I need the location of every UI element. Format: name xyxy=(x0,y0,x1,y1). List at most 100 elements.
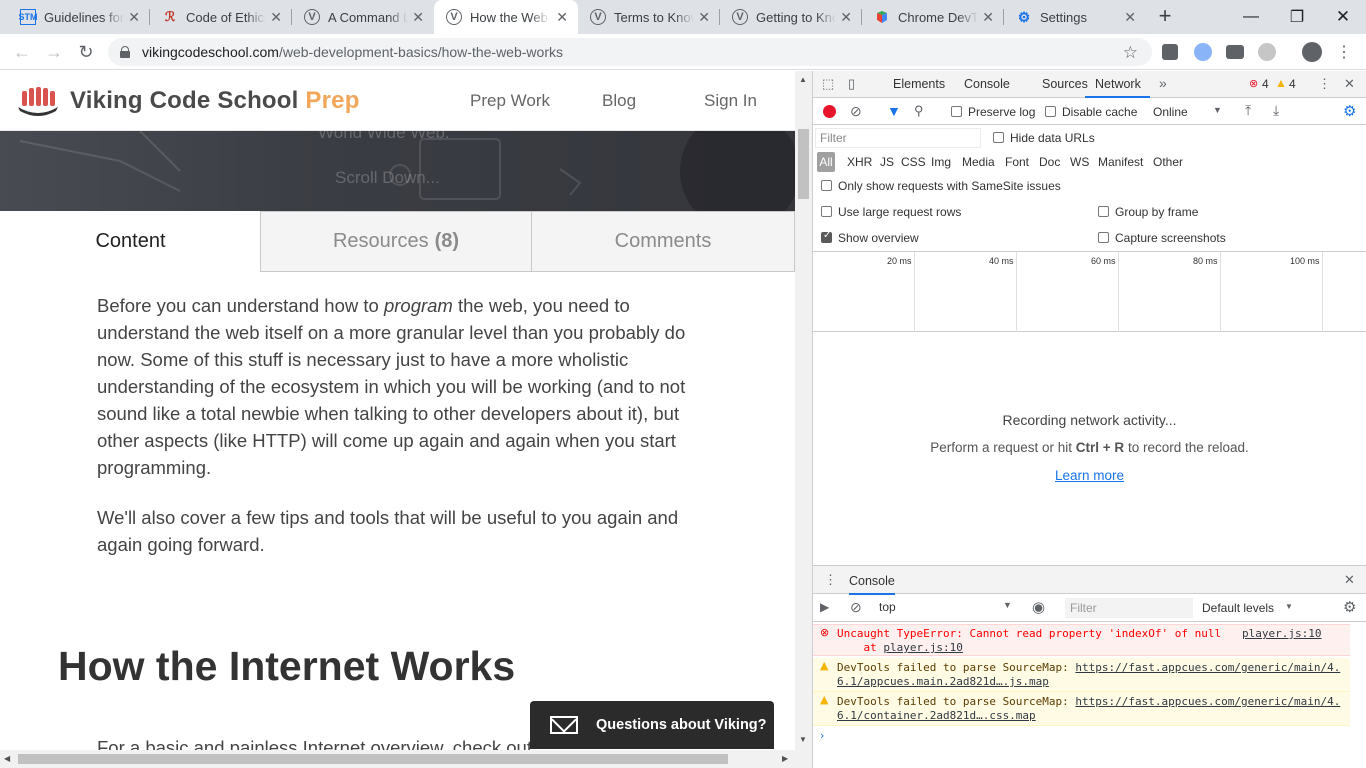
close-drawer-icon[interactable]: ✕ xyxy=(1344,572,1355,588)
menu-kebab-icon[interactable]: ⋮ xyxy=(1332,40,1356,64)
browser-tab[interactable]: ⚙ Settings ✕ xyxy=(1004,0,1146,34)
nav-link-prep-work[interactable]: Prep Work xyxy=(470,91,550,111)
filter-type-all[interactable]: All xyxy=(817,152,835,172)
device-toolbar-icon[interactable]: ▯ xyxy=(848,76,855,92)
chat-widget-button[interactable]: Questions about Viking? xyxy=(530,701,774,749)
scroll-thumb[interactable] xyxy=(18,754,728,764)
tab-resources[interactable]: Resources (8) xyxy=(260,211,532,272)
network-overview-timeline[interactable]: 20 ms 40 ms 60 ms 80 ms 100 ms xyxy=(813,251,1366,332)
extension-icon[interactable] xyxy=(1194,43,1212,61)
source-link[interactable]: player.js:10 xyxy=(1242,627,1321,641)
console-settings-icon[interactable]: ⚙ xyxy=(1343,598,1356,616)
browser-tab[interactable]: V Terms to Know ✕ xyxy=(578,0,720,34)
tab-content[interactable]: Content xyxy=(0,211,261,272)
filter-type-xhr[interactable]: XHR xyxy=(847,155,872,169)
browser-tab-active[interactable]: V How the Web Works ✕ xyxy=(434,0,578,34)
back-arrow-icon[interactable]: ← xyxy=(10,40,34,64)
close-devtools-icon[interactable]: ✕ xyxy=(1344,76,1355,92)
clear-icon[interactable]: ⊘ xyxy=(850,103,862,120)
reload-icon[interactable]: ↻ xyxy=(74,40,98,64)
browser-tab[interactable]: STM Guidelines for Social Media ✕ xyxy=(8,0,150,34)
capture-screenshots-checkbox[interactable] xyxy=(1098,232,1109,243)
cast-extension-icon[interactable] xyxy=(1226,45,1244,59)
page-vertical-scrollbar[interactable]: ▲ ▼ xyxy=(795,71,812,750)
warning-count[interactable]: 4 xyxy=(1289,77,1296,91)
close-icon[interactable]: ✕ xyxy=(698,9,710,26)
large-rows-checkbox[interactable] xyxy=(821,206,832,217)
filter-type-js[interactable]: JS xyxy=(880,155,894,169)
filter-type-media[interactable]: Media xyxy=(962,155,995,169)
tab-network[interactable]: Network xyxy=(1095,77,1141,91)
clear-console-icon[interactable]: ⊘ xyxy=(850,599,862,616)
close-icon[interactable]: ✕ xyxy=(128,9,140,26)
browser-tab[interactable]: Chrome DevTools ✕ xyxy=(862,0,1004,34)
brand-name[interactable]: Viking Code School Prep xyxy=(70,87,360,115)
filter-type-ws[interactable]: WS xyxy=(1070,155,1089,169)
tab-comments[interactable]: Comments xyxy=(531,211,795,272)
new-tab-button[interactable]: + xyxy=(1154,5,1176,28)
throttle-select[interactable]: Online xyxy=(1153,105,1188,119)
close-icon[interactable]: ✕ xyxy=(556,9,568,26)
eye-icon[interactable]: ◉ xyxy=(1032,598,1045,616)
nav-link-blog[interactable]: Blog xyxy=(602,91,636,111)
warning-triangle-icon[interactable]: ▲ xyxy=(1275,76,1287,90)
learn-more-link[interactable]: Learn more xyxy=(813,468,1366,483)
chevron-down-icon[interactable]: ▼ xyxy=(1213,105,1222,115)
stack-link[interactable]: player.js:10 xyxy=(883,641,962,654)
error-circle-icon[interactable]: ⊗ xyxy=(1249,77,1258,90)
record-button[interactable] xyxy=(823,105,836,118)
close-icon[interactable]: ✕ xyxy=(412,9,424,26)
sidebar-toggle-icon[interactable]: ▶ xyxy=(820,600,829,614)
disable-cache-checkbox[interactable] xyxy=(1045,106,1056,117)
more-tabs-chevron-icon[interactable]: » xyxy=(1159,75,1167,91)
samesite-checkbox[interactable] xyxy=(821,180,832,191)
settings-gear-icon[interactable]: ⚙ xyxy=(1343,102,1356,120)
search-icon[interactable]: ⚲ xyxy=(914,103,924,119)
forward-arrow-icon[interactable]: → xyxy=(42,40,66,64)
group-by-frame-checkbox[interactable] xyxy=(1098,206,1109,217)
log-levels-select[interactable]: Default levels xyxy=(1202,601,1274,615)
context-select[interactable]: top ▼ xyxy=(879,600,1015,614)
console-filter-input[interactable]: Filter xyxy=(1065,598,1193,618)
tab-console[interactable]: Console xyxy=(964,77,1010,91)
show-overview-checkbox[interactable] xyxy=(821,230,832,243)
console-prompt[interactable]: › xyxy=(813,728,1350,746)
export-har-icon[interactable]: ⤓ xyxy=(1273,102,1279,119)
close-icon[interactable]: ✕ xyxy=(982,9,994,26)
import-har-icon[interactable]: ⤒ xyxy=(1245,102,1251,119)
minimize-icon[interactable]: — xyxy=(1228,0,1274,34)
preserve-log-checkbox[interactable] xyxy=(951,106,962,117)
filter-type-other[interactable]: Other xyxy=(1153,155,1183,169)
browser-tab[interactable]: V Getting to Know ✕ xyxy=(720,0,862,34)
close-icon[interactable]: ✕ xyxy=(1124,9,1136,26)
network-filter-input[interactable]: Filter xyxy=(815,128,981,148)
extension-icon[interactable] xyxy=(1258,43,1276,61)
viking-ship-logo-icon[interactable] xyxy=(16,85,60,117)
close-icon[interactable]: ✕ xyxy=(270,9,282,26)
close-window-icon[interactable]: ✕ xyxy=(1320,0,1366,34)
hide-data-urls-checkbox[interactable] xyxy=(993,132,1004,143)
browser-tab[interactable]: V A Command Line Crash Course ✕ xyxy=(292,0,434,34)
filter-type-img[interactable]: Img xyxy=(931,155,951,169)
filter-type-manifest[interactable]: Manifest xyxy=(1098,155,1143,169)
browser-tab[interactable]: ℛ Code of Ethics ✕ xyxy=(150,0,292,34)
tab-elements[interactable]: Elements xyxy=(893,77,945,91)
restore-icon[interactable]: ❐ xyxy=(1274,0,1320,34)
hero-scroll-hint[interactable]: Scroll Down... xyxy=(335,168,440,188)
page-horizontal-scrollbar[interactable]: ◀ ▶ xyxy=(0,750,812,768)
tab-sources[interactable]: Sources xyxy=(1042,77,1088,91)
bookmark-star-icon[interactable]: ☆ xyxy=(1123,43,1138,63)
scroll-thumb[interactable] xyxy=(798,129,809,199)
nav-link-sign-in[interactable]: Sign In xyxy=(704,91,757,111)
close-icon[interactable]: ✕ xyxy=(840,9,852,26)
address-bar[interactable]: vikingcodeschool.com/web-development-bas… xyxy=(108,38,1152,66)
devtools-menu-icon[interactable]: ⋮ xyxy=(1318,76,1331,92)
filter-type-font[interactable]: Font xyxy=(1005,155,1029,169)
filter-type-css[interactable]: CSS xyxy=(901,155,926,169)
drawer-menu-icon[interactable]: ⋮ xyxy=(824,572,837,588)
profile-avatar-icon[interactable] xyxy=(1302,42,1322,62)
inspect-element-icon[interactable]: ⬚ xyxy=(822,76,834,92)
drawer-tab-console[interactable]: Console xyxy=(849,574,895,595)
filter-funnel-icon[interactable]: ▼ xyxy=(887,103,901,119)
filter-type-doc[interactable]: Doc xyxy=(1039,155,1060,169)
